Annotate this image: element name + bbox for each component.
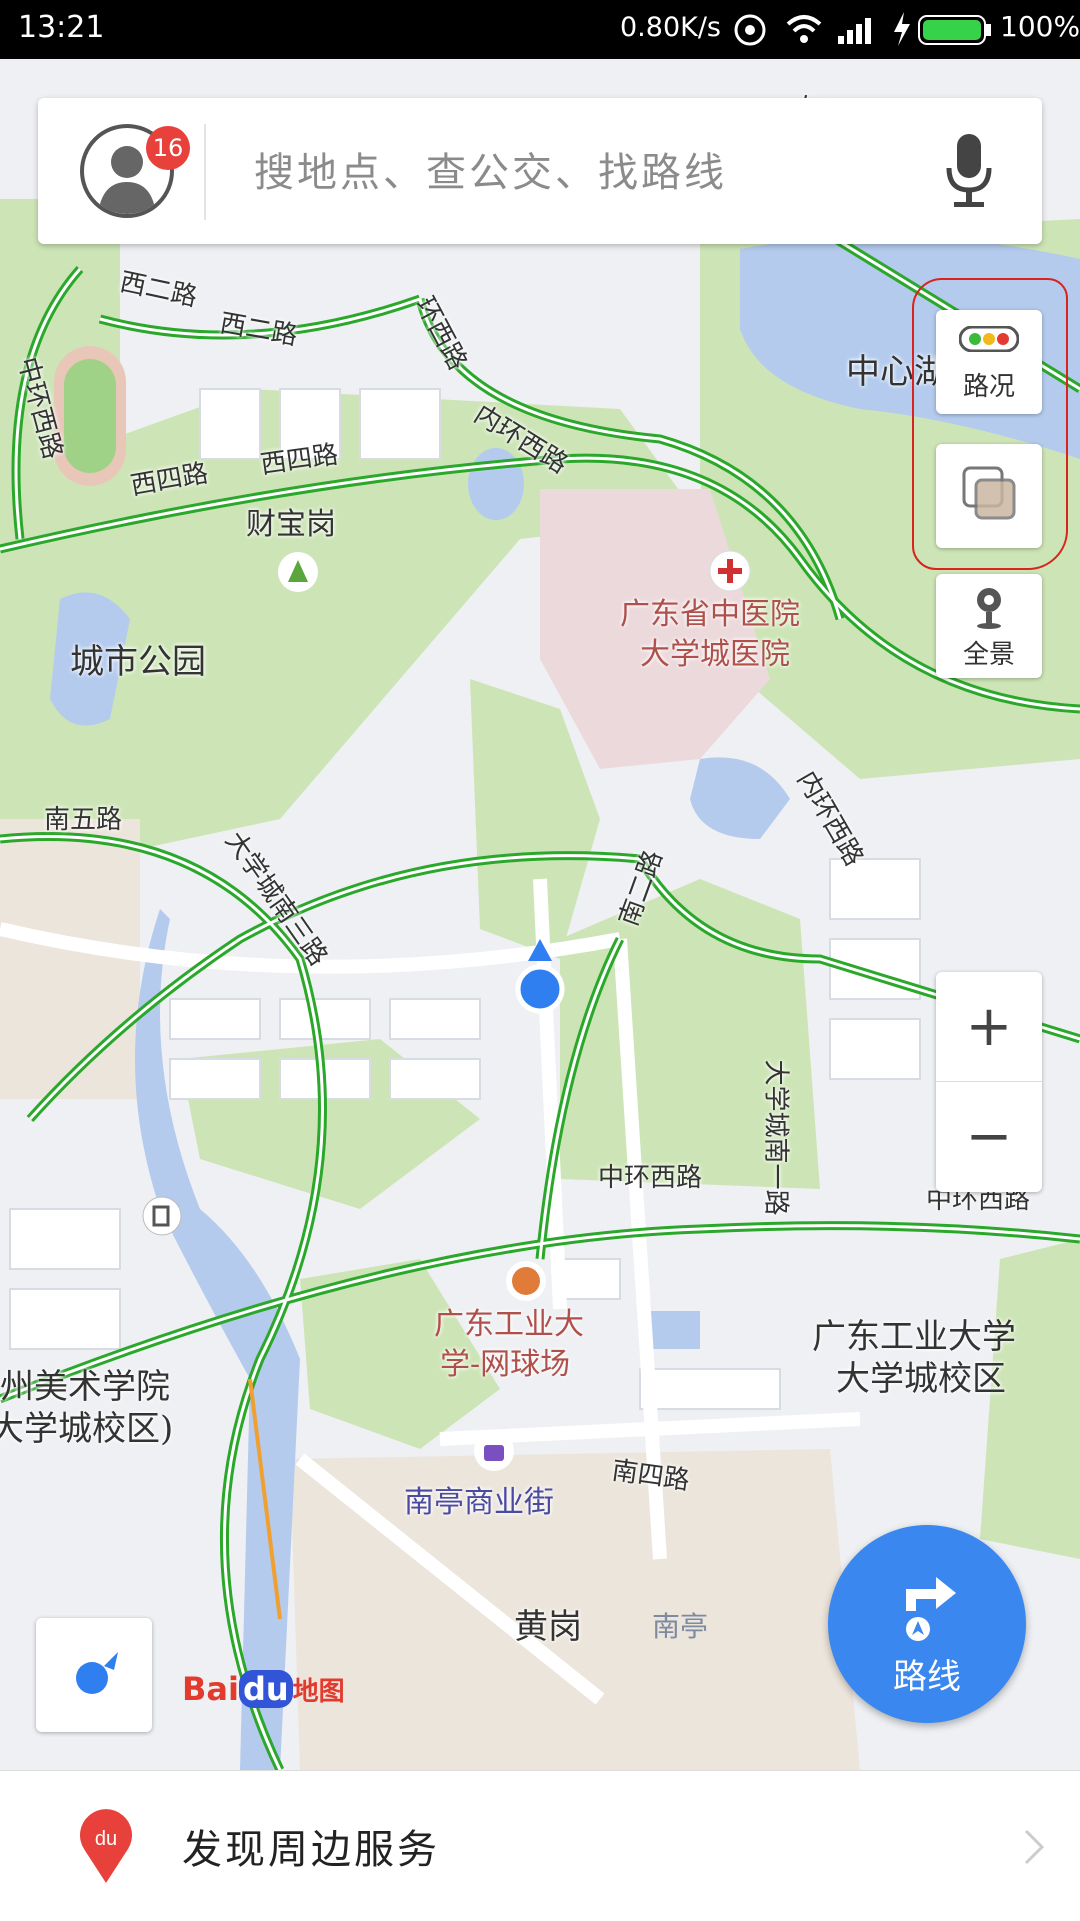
charging-icon xyxy=(894,12,910,46)
status-bar: 13:21 0.80K/s 100% xyxy=(0,0,1080,59)
exit-icon[interactable] xyxy=(141,1195,183,1237)
baidu-pin-icon: du xyxy=(80,1809,132,1883)
layers-button[interactable] xyxy=(936,444,1042,548)
place-label: 学-网球场 xyxy=(440,1347,571,1382)
locate-button[interactable] xyxy=(36,1618,152,1732)
network-speed: 0.80K/s xyxy=(620,12,721,43)
sports-venue-icon[interactable] xyxy=(504,1259,548,1303)
current-location-marker xyxy=(515,939,565,1014)
panorama-label: 全景 xyxy=(962,640,1015,670)
traffic-light-icon xyxy=(959,326,1019,352)
road-label: 大学城南一路 xyxy=(760,1059,791,1216)
zoom-in-button[interactable]: + xyxy=(936,994,1042,1059)
traffic-label: 路况 xyxy=(962,372,1015,402)
place-label: 大学城医院 xyxy=(640,637,790,672)
panorama-pin-icon xyxy=(977,588,1001,629)
place-label: 财宝岗 xyxy=(246,507,336,542)
status-time: 13:21 xyxy=(18,10,105,45)
panorama-button[interactable]: 全景 xyxy=(936,574,1042,678)
baidu-map-logo: Bai du 地图 xyxy=(182,1670,345,1708)
svg-text:du: du xyxy=(95,1828,117,1850)
road-label: 中环西路 xyxy=(598,1163,703,1193)
search-bar[interactable]: 16 搜地点、查公交、找路线 xyxy=(38,98,1042,244)
zoom-divider xyxy=(936,1081,1042,1082)
hospital-icon[interactable] xyxy=(708,549,752,593)
place-label: 城市公园 xyxy=(70,642,206,682)
place-label: 大学城校区 xyxy=(836,1359,1006,1399)
hotspot-icon xyxy=(734,14,766,46)
compass-location-icon xyxy=(76,1652,118,1694)
battery-percent: 100% xyxy=(1000,10,1080,43)
zoom-control: + − xyxy=(936,972,1042,1192)
route-label: 路线 xyxy=(893,1657,961,1697)
route-button[interactable]: 路线 xyxy=(828,1525,1026,1723)
place-label: 南亭商业街 xyxy=(404,1485,554,1520)
place-label: 南亭 xyxy=(652,1610,709,1643)
route-arrow-icon xyxy=(906,1577,956,1641)
notification-badge: 16 xyxy=(146,126,190,170)
layers-icon xyxy=(962,466,1016,520)
place-label: 广东省中医院 xyxy=(620,597,800,632)
discover-nearby-bar[interactable]: du 发现周边服务 xyxy=(0,1770,1080,1921)
shopping-icon[interactable] xyxy=(472,1429,516,1473)
chevron-right-icon xyxy=(1024,1829,1045,1865)
zoom-out-button[interactable]: − xyxy=(936,1104,1042,1169)
place-label: 大学城校区) xyxy=(0,1409,174,1449)
discover-label: 发现周边服务 xyxy=(182,1827,440,1873)
park-icon[interactable] xyxy=(276,550,320,594)
battery-icon xyxy=(918,15,991,45)
place-label: 广东工业大 xyxy=(434,1307,584,1342)
wifi-icon xyxy=(786,15,822,43)
microphone-icon[interactable] xyxy=(944,134,994,208)
traffic-button[interactable]: 路况 xyxy=(936,310,1042,414)
road-label: 南五路 xyxy=(44,805,123,835)
divider xyxy=(204,124,206,220)
signal-icon xyxy=(838,18,871,44)
search-input[interactable]: 搜地点、查公交、找路线 xyxy=(254,140,727,198)
place-label: 黄岗 xyxy=(514,1607,582,1647)
